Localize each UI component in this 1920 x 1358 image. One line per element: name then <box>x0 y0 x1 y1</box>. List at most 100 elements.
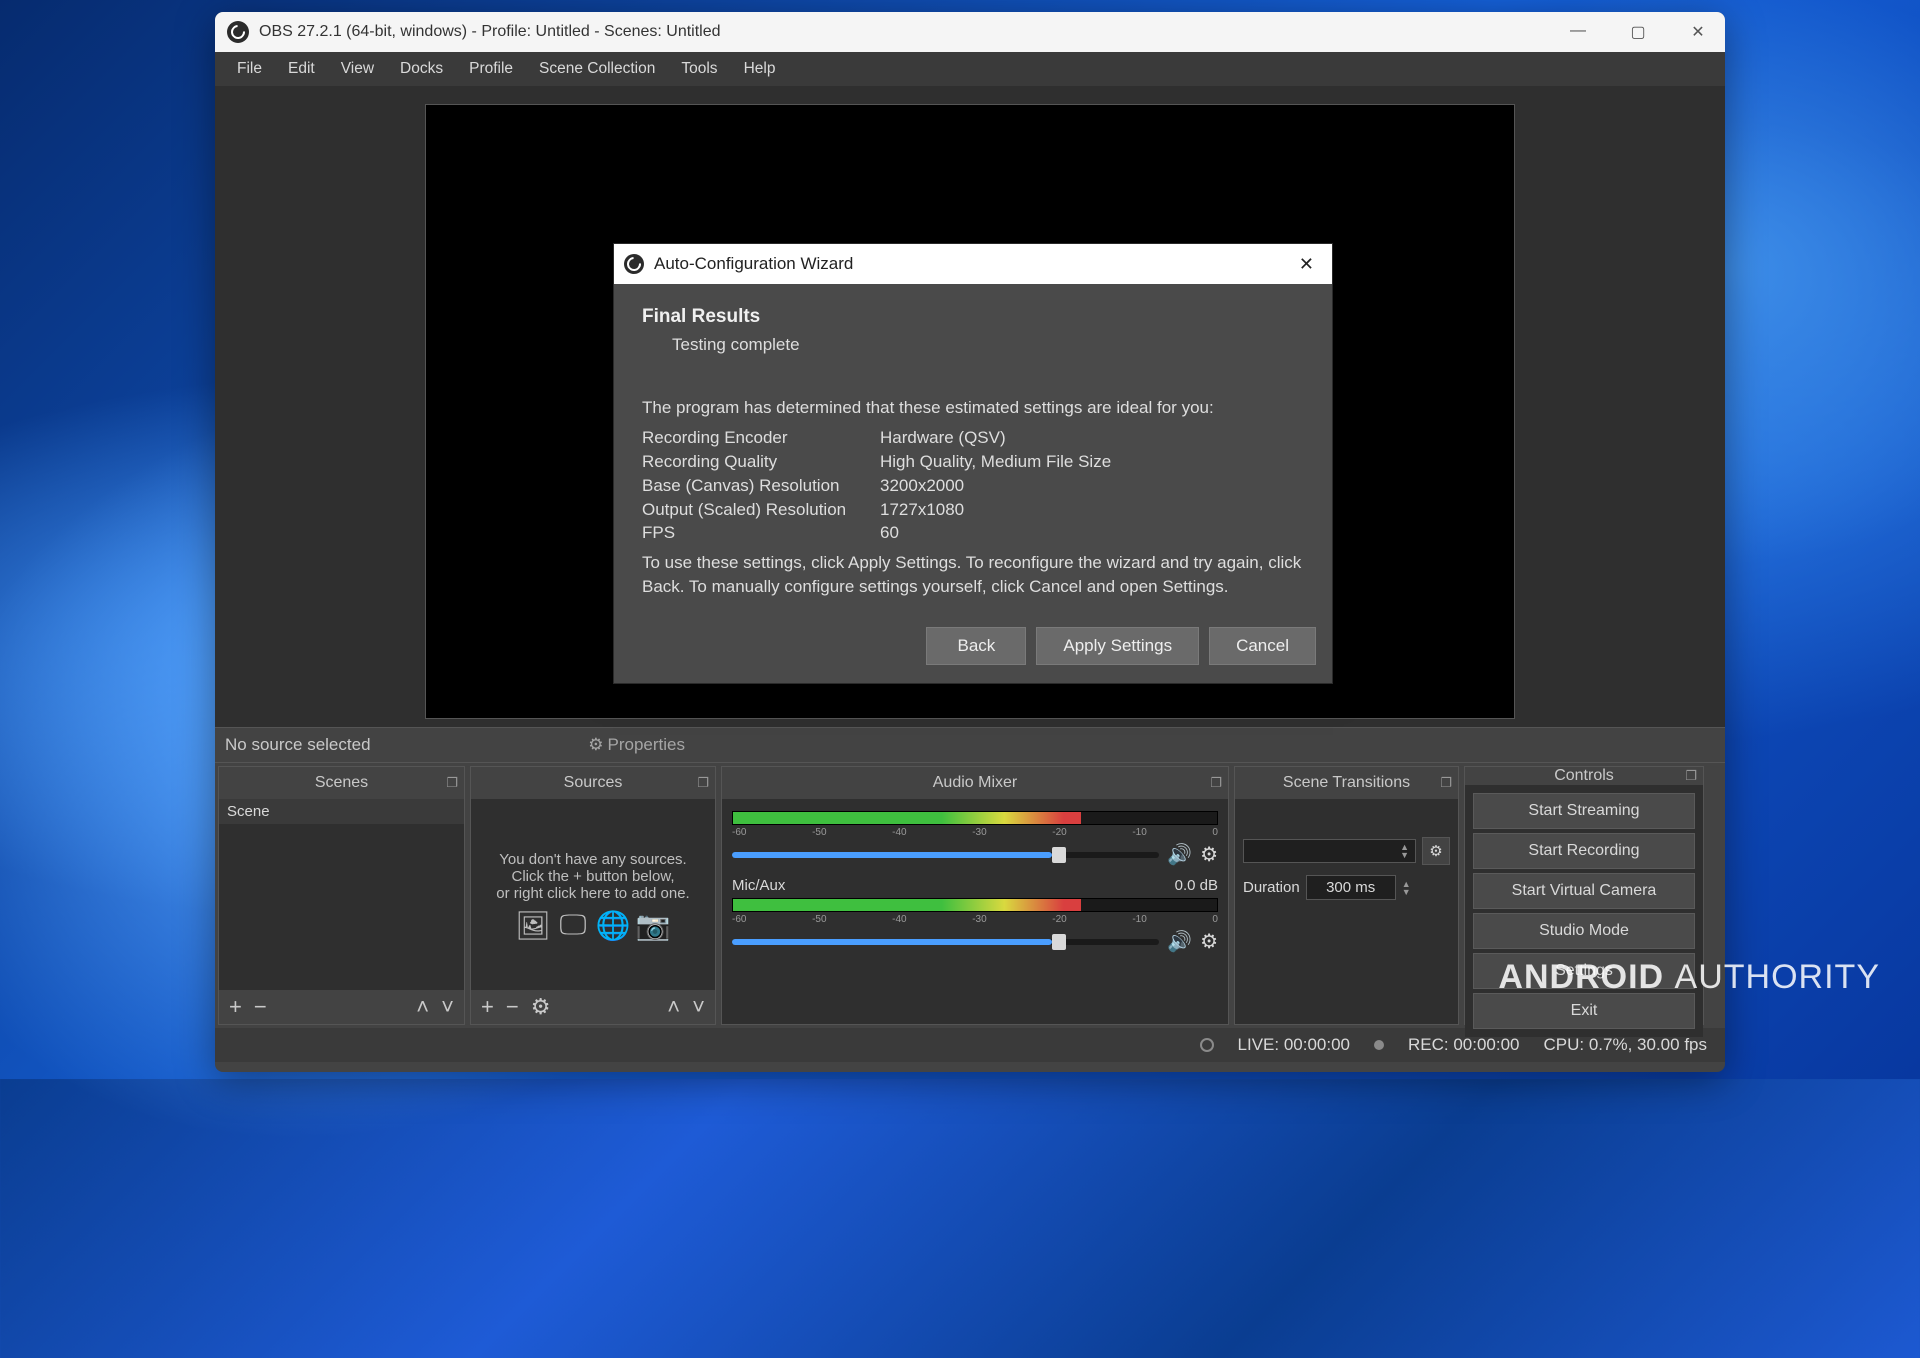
properties-label: Properties <box>608 735 685 755</box>
result-key: Recording Quality <box>642 450 880 474</box>
wizard-subheading: Testing complete <box>672 333 1304 357</box>
speaker-icon[interactable]: 🔊 <box>1167 842 1192 867</box>
obs-logo-icon <box>227 21 249 43</box>
result-val: 1727x1080 <box>880 498 964 522</box>
add-scene-button[interactable]: + <box>229 994 242 1020</box>
transitions-title: Scene Transitions <box>1283 774 1410 792</box>
wizard-title: Auto-Configuration Wizard <box>654 254 853 274</box>
transitions-panel: Scene Transitions❐ ▲▼ ⚙ Duration 300 ms … <box>1234 766 1459 1025</box>
monitor-icon: 🖵 <box>556 912 590 938</box>
controls-title: Controls <box>1554 767 1614 785</box>
close-button[interactable]: ✕ <box>1683 22 1713 42</box>
menu-help[interactable]: Help <box>732 56 788 82</box>
scene-down-button[interactable]: ˅ <box>441 994 454 1020</box>
sources-empty[interactable]: You don't have any sources. Click the + … <box>471 799 715 990</box>
window-title: OBS 27.2.1 (64-bit, windows) - Profile: … <box>259 23 721 41</box>
apply-settings-button[interactable]: Apply Settings <box>1036 627 1199 665</box>
transition-select[interactable]: ▲▼ <box>1243 839 1416 863</box>
status-live: LIVE: 00:00:00 <box>1238 1035 1350 1055</box>
exit-button[interactable]: Exit <box>1473 993 1695 1029</box>
image-icon: 🖼 <box>516 912 550 938</box>
source-up-button[interactable]: ˄ <box>667 994 680 1020</box>
wizard-close-button[interactable]: ✕ <box>1291 254 1322 275</box>
transition-settings-button[interactable]: ⚙ <box>1422 837 1450 865</box>
source-down-button[interactable]: ˅ <box>692 994 705 1020</box>
gear-icon[interactable]: ⚙ <box>1200 929 1218 954</box>
add-source-button[interactable]: + <box>481 994 494 1020</box>
volume-slider[interactable] <box>732 939 1159 945</box>
popout-icon[interactable]: ❐ <box>446 775 458 791</box>
start-recording-button[interactable]: Start Recording <box>1473 833 1695 869</box>
result-key: Recording Encoder <box>642 426 880 450</box>
minimize-button[interactable]: — <box>1563 22 1593 42</box>
mic-db: 0.0 dB <box>1175 877 1218 894</box>
record-dot-icon <box>1374 1040 1384 1050</box>
wizard-heading: Final Results <box>642 304 1304 331</box>
cancel-button[interactable]: Cancel <box>1209 627 1316 665</box>
gear-icon[interactable]: ⚙ <box>1200 842 1218 867</box>
wizard-titlebar[interactable]: Auto-Configuration Wizard ✕ <box>614 244 1332 284</box>
result-val: High Quality, Medium File Size <box>880 450 1111 474</box>
scene-list[interactable]: Scene <box>219 799 464 990</box>
duration-spinner[interactable]: ▲▼ <box>1402 880 1411 896</box>
wizard-intro: The program has determined that these es… <box>642 396 1304 420</box>
mixer-desktop-row: -60-50-40-30-20-100 🔊 ⚙ <box>732 811 1218 867</box>
menu-view[interactable]: View <box>329 56 386 82</box>
maximize-button[interactable]: ▢ <box>1623 22 1653 42</box>
status-cpu: CPU: 0.7%, 30.00 fps <box>1544 1035 1707 1055</box>
menu-profile[interactable]: Profile <box>457 56 525 82</box>
volume-slider[interactable] <box>732 852 1159 858</box>
mixer-title: Audio Mixer <box>933 774 1017 792</box>
audio-mixer-panel: Audio Mixer ❐ -60-50-40-30-20-100 🔊 ⚙ Mic… <box>721 766 1229 1025</box>
result-val: 60 <box>880 521 899 545</box>
result-val: Hardware (QSV) <box>880 426 1006 450</box>
studio-mode-button[interactable]: Studio Mode <box>1473 913 1695 949</box>
scene-item[interactable]: Scene <box>219 799 464 824</box>
scenes-panel: Scenes ❐ Scene + − ˄ ˅ <box>218 766 465 1025</box>
speaker-icon[interactable]: 🔊 <box>1167 929 1192 954</box>
menu-scene-collection[interactable]: Scene Collection <box>527 56 667 82</box>
result-key: FPS <box>642 521 880 545</box>
result-val: 3200x2000 <box>880 474 964 498</box>
sources-empty-line2: Click the + button below, <box>511 868 674 885</box>
obs-logo-icon <box>624 254 644 274</box>
menu-tools[interactable]: Tools <box>669 56 729 82</box>
titlebar[interactable]: OBS 27.2.1 (64-bit, windows) - Profile: … <box>215 12 1725 52</box>
popout-icon[interactable]: ❐ <box>1440 775 1452 791</box>
status-rec: REC: 00:00:00 <box>1408 1035 1520 1055</box>
popout-icon[interactable]: ❐ <box>1210 775 1222 791</box>
menu-edit[interactable]: Edit <box>276 56 327 82</box>
scene-up-button[interactable]: ˄ <box>416 994 429 1020</box>
camera-icon: 📷 <box>636 912 670 938</box>
sources-title: Sources <box>564 774 623 792</box>
result-key: Output (Scaled) Resolution <box>642 498 880 522</box>
popout-icon[interactable]: ❐ <box>1685 768 1697 784</box>
start-streaming-button[interactable]: Start Streaming <box>1473 793 1695 829</box>
source-toolbar: No source selected ⚙ Properties <box>215 727 1725 763</box>
sources-empty-line1: You don't have any sources. <box>499 851 686 868</box>
mic-label: Mic/Aux <box>732 877 785 894</box>
source-settings-button[interactable]: ⚙ <box>531 994 551 1020</box>
menu-file[interactable]: File <box>225 56 274 82</box>
menu-docks[interactable]: Docks <box>388 56 455 82</box>
audio-meter <box>732 811 1218 825</box>
scenes-title: Scenes <box>315 774 368 792</box>
result-key: Base (Canvas) Resolution <box>642 474 880 498</box>
broadcast-icon <box>1200 1038 1214 1052</box>
remove-scene-button[interactable]: − <box>254 994 267 1020</box>
gear-icon: ⚙ <box>588 735 603 755</box>
menubar: File Edit View Docks Profile Scene Colle… <box>215 52 1725 86</box>
no-source-label: No source selected <box>225 735 371 755</box>
remove-source-button[interactable]: − <box>506 994 519 1020</box>
globe-icon: 🌐 <box>596 912 630 938</box>
properties-button[interactable]: ⚙ Properties <box>588 735 685 755</box>
mixer-mic-row: Mic/Aux 0.0 dB -60-50-40-30-20-100 🔊 ⚙ <box>732 877 1218 954</box>
back-button[interactable]: Back <box>926 627 1026 665</box>
wizard-outro: To use these settings, click Apply Setti… <box>642 551 1304 599</box>
wizard-results-table: Recording EncoderHardware (QSV) Recordin… <box>642 426 1304 545</box>
audio-meter <box>732 898 1218 912</box>
start-virtual-camera-button[interactable]: Start Virtual Camera <box>1473 873 1695 909</box>
popout-icon[interactable]: ❐ <box>697 775 709 791</box>
watermark: ANDROID AUTHORITY <box>1498 958 1880 997</box>
duration-input[interactable]: 300 ms <box>1306 875 1396 900</box>
